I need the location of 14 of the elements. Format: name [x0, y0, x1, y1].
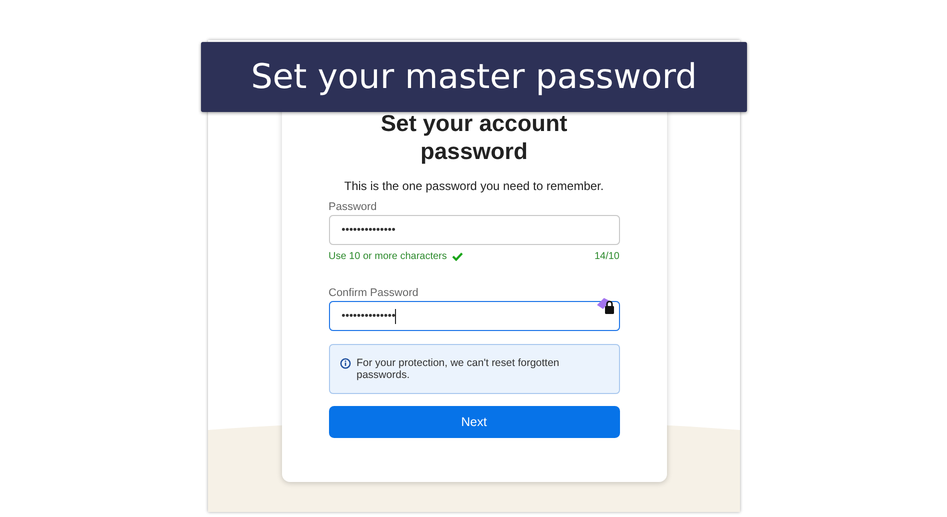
password-field[interactable]: ••••••••••••••: [328, 215, 620, 245]
form-heading: Set your account password: [380, 109, 568, 165]
next-button[interactable]: Next: [328, 406, 620, 438]
info-icon: [340, 358, 350, 369]
field-label: Password: [328, 201, 378, 213]
banner-title: Set your master password: [250, 57, 698, 97]
check-icon: [452, 252, 463, 261]
password-field[interactable]: ••••••••••••••: [328, 301, 620, 331]
notice-text: For your protection, we can't reset forgotten passwords.: [356, 357, 560, 381]
character-count: 14/10: [594, 251, 620, 262]
form-subtitle: This is the one password you need to remember.: [343, 179, 605, 193]
field-label: Confirm Password: [328, 287, 420, 299]
requirement-text: Use 10 or more characters: [328, 251, 447, 262]
lock-icon[interactable]: [596, 297, 616, 315]
